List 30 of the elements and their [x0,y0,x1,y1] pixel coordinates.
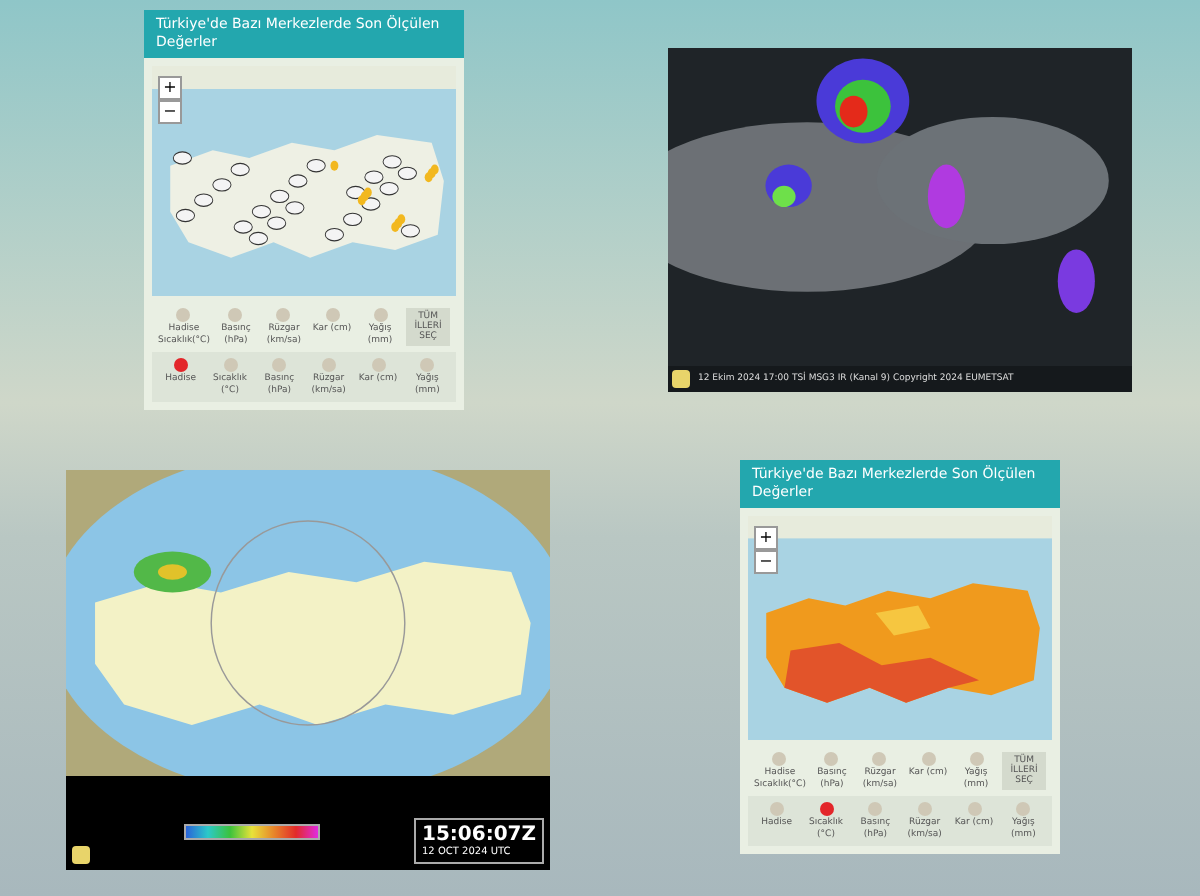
radio-button[interactable] [921,752,935,766]
radio-button[interactable] [967,802,982,816]
radio-button[interactable] [223,358,237,372]
radio-button[interactable] [228,308,243,322]
radio-button[interactable] [917,802,932,816]
radio-button[interactable] [176,308,191,322]
radio-button[interactable] [325,308,339,322]
color-scale-bar [184,824,320,840]
radio-button[interactable] [276,308,291,322]
radio-button[interactable] [173,358,188,372]
zoom-button[interactable]: − [754,550,778,574]
radio-button[interactable] [321,358,336,372]
logo-icon [672,370,690,388]
zoom-button[interactable]: + [754,526,778,550]
radio-button[interactable] [819,802,833,816]
zoom-button[interactable]: − [158,100,182,124]
radar-time: 15:06:07Z [422,824,536,846]
radio-button[interactable] [371,358,386,372]
zoom-button[interactable]: + [158,76,182,100]
radio-button[interactable] [969,752,984,766]
radio-button[interactable] [272,358,287,372]
logo-icon [72,846,90,864]
radio-button[interactable] [872,752,887,766]
radio-button[interactable] [868,802,883,816]
radio-button[interactable] [769,802,784,816]
radio-button[interactable] [824,752,839,766]
radio-button[interactable] [420,358,435,372]
radio-button[interactable] [373,308,388,322]
radio-button[interactable] [772,752,787,766]
radio-button[interactable] [1016,802,1031,816]
